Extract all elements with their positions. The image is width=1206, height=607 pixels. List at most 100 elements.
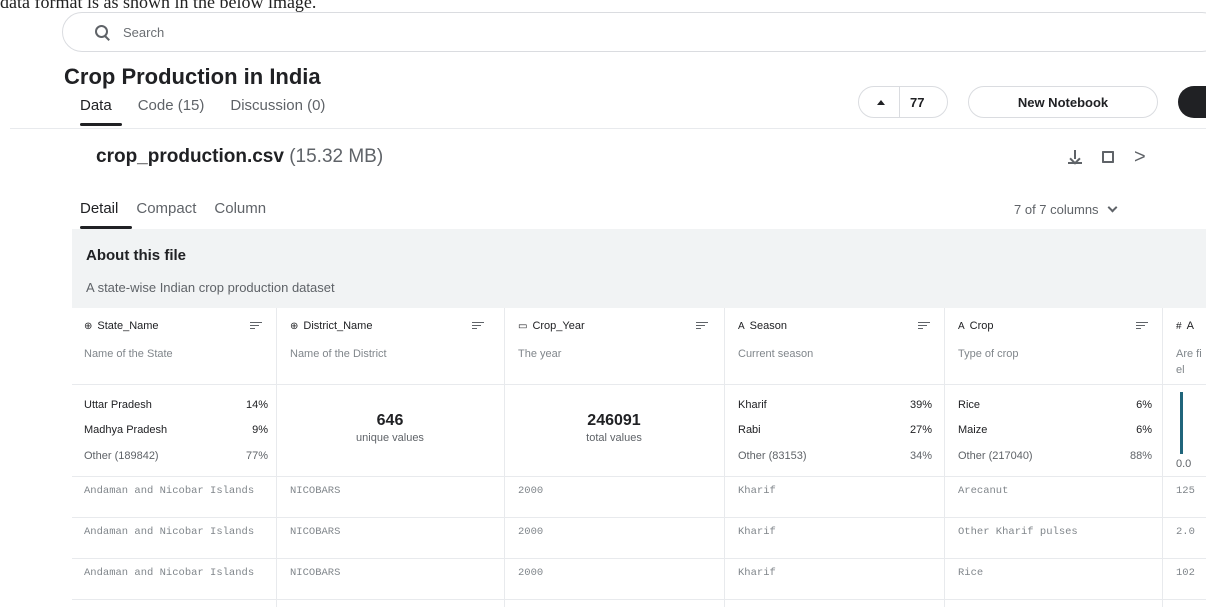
table-cell: NICOBARS bbox=[290, 526, 341, 538]
columns-select[interactable]: 7 of 7 columns bbox=[1014, 202, 1117, 217]
globe-icon: ⊕ bbox=[84, 320, 93, 332]
dataset-tabs: Data Code (15) Discussion (0) bbox=[80, 97, 325, 126]
histogram-bar bbox=[1180, 392, 1183, 454]
table-cell: Kharif bbox=[738, 526, 776, 538]
upvote-button[interactable]: 77 bbox=[858, 86, 948, 118]
table-cell: 2000 bbox=[518, 485, 544, 497]
column-header-season[interactable]: A Season bbox=[738, 320, 787, 332]
download-dataset-button[interactable] bbox=[1178, 86, 1206, 118]
sort-icon[interactable] bbox=[696, 322, 708, 330]
download-icon[interactable] bbox=[1068, 150, 1082, 164]
table-cell: 2.0 bbox=[1176, 526, 1195, 538]
search-bar[interactable] bbox=[62, 12, 1206, 52]
tab-column[interactable]: Column bbox=[214, 200, 266, 229]
string-icon: A bbox=[958, 320, 965, 332]
column-name: Crop bbox=[969, 320, 994, 332]
stat-row: Other (83153) 34% bbox=[738, 450, 932, 462]
about-title: About this file bbox=[86, 247, 186, 264]
tab-discussion[interactable]: Discussion (0) bbox=[230, 97, 325, 126]
column-name: A bbox=[1186, 320, 1194, 332]
column-description: The year bbox=[518, 348, 562, 360]
stat-row: Kharif 39% bbox=[738, 399, 932, 411]
column-separator bbox=[1162, 308, 1163, 607]
file-title: crop_production.csv (15.32 MB) bbox=[96, 146, 383, 168]
stat-row: Rabi 27% bbox=[738, 424, 932, 436]
column-header-crop-year[interactable]: ▭ Crop_Year bbox=[518, 320, 585, 332]
column-separator bbox=[276, 308, 277, 607]
table-cell: 2000 bbox=[518, 567, 544, 579]
calendar-icon: ▭ bbox=[518, 320, 528, 332]
table-cell: NICOBARS bbox=[290, 567, 341, 579]
table-cell: Other Kharif pulses bbox=[958, 526, 1078, 538]
stat-row: Other (217040) 88% bbox=[958, 450, 1152, 462]
file-name: crop_production.csv bbox=[96, 146, 284, 167]
table-cell: Andaman and Nicobar Islands bbox=[84, 526, 255, 538]
sort-icon[interactable] bbox=[472, 322, 484, 330]
row-separator bbox=[72, 517, 1206, 518]
file-actions: > bbox=[1068, 147, 1146, 167]
column-header-crop[interactable]: A Crop bbox=[958, 320, 994, 332]
row-separator bbox=[72, 384, 1206, 385]
vote-count: 77 bbox=[910, 94, 925, 110]
table-cell: Andaman and Nicobar Islands bbox=[84, 567, 255, 579]
table-cell: 102 bbox=[1176, 567, 1195, 579]
stat-row: Other (189842) 77% bbox=[84, 450, 268, 462]
column-separator bbox=[504, 308, 505, 607]
stat-row: Rice 6% bbox=[958, 399, 1152, 411]
search-input[interactable] bbox=[123, 24, 423, 40]
table-cell: Kharif bbox=[738, 567, 776, 579]
column-header-district-name[interactable]: ⊕ District_Name bbox=[290, 320, 372, 332]
tab-detail[interactable]: Detail bbox=[80, 200, 133, 229]
sort-icon[interactable] bbox=[1136, 322, 1148, 330]
unique-values-stat: 646 unique values bbox=[356, 412, 424, 444]
column-header-state-name[interactable]: ⊕ State_Name bbox=[84, 320, 159, 332]
chevron-down-icon bbox=[1107, 202, 1117, 213]
search-icon bbox=[95, 25, 109, 39]
table-cell: Arecanut bbox=[958, 485, 1009, 497]
row-separator bbox=[72, 476, 1206, 477]
row-separator bbox=[72, 599, 1206, 600]
row-separator bbox=[72, 558, 1206, 559]
file-size: (15.32 MB) bbox=[289, 146, 384, 167]
expand-icon[interactable] bbox=[1102, 151, 1114, 163]
column-description: Name of the State bbox=[84, 348, 173, 360]
column-description: Type of crop bbox=[958, 348, 1019, 360]
column-name: Crop_Year bbox=[532, 320, 585, 332]
new-notebook-button[interactable]: New Notebook bbox=[968, 86, 1158, 118]
data-table: ⊕ State_Name Name of the State Uttar Pra… bbox=[72, 308, 1206, 607]
column-description: Name of the District bbox=[290, 348, 387, 360]
column-name: State_Name bbox=[97, 320, 159, 332]
table-cell: Andaman and Nicobar Islands bbox=[84, 485, 255, 497]
hash-icon: # bbox=[1176, 320, 1182, 332]
sort-icon[interactable] bbox=[918, 322, 930, 330]
column-name: Season bbox=[749, 320, 787, 332]
column-separator bbox=[724, 308, 725, 607]
column-separator bbox=[944, 308, 945, 607]
table-cell: 125 bbox=[1176, 485, 1195, 497]
stat-row: Madhya Pradesh 9% bbox=[84, 424, 268, 436]
page-title: Crop Production in India bbox=[64, 64, 321, 89]
total-values-stat: 246091 total values bbox=[586, 412, 642, 444]
sort-icon[interactable] bbox=[250, 322, 262, 330]
table-cell: Kharif bbox=[738, 485, 776, 497]
vote-separator bbox=[899, 86, 900, 118]
column-description: Current season bbox=[738, 348, 814, 360]
tab-data[interactable]: Data bbox=[80, 97, 122, 126]
histogram-axis-label: 0.0 bbox=[1176, 458, 1192, 470]
stat-row: Maize 6% bbox=[958, 424, 1152, 436]
about-description: A state-wise Indian crop production data… bbox=[86, 280, 335, 295]
view-tabs: Detail Compact Column bbox=[80, 200, 266, 229]
tab-code[interactable]: Code (15) bbox=[138, 97, 205, 126]
table-cell: Rice bbox=[958, 567, 984, 579]
header-divider bbox=[10, 128, 1206, 129]
string-icon: A bbox=[738, 320, 745, 332]
chevron-right-icon[interactable]: > bbox=[1134, 147, 1146, 167]
globe-icon: ⊕ bbox=[290, 320, 299, 332]
stat-row: Uttar Pradesh 14% bbox=[84, 399, 268, 411]
columns-select-label: 7 of 7 columns bbox=[1014, 202, 1099, 217]
column-header-area[interactable]: # A bbox=[1176, 320, 1194, 332]
tab-compact[interactable]: Compact bbox=[136, 200, 196, 229]
table-cell: 2000 bbox=[518, 526, 544, 538]
table-cell: NICOBARS bbox=[290, 485, 341, 497]
column-description: Are fiel bbox=[1176, 348, 1202, 376]
